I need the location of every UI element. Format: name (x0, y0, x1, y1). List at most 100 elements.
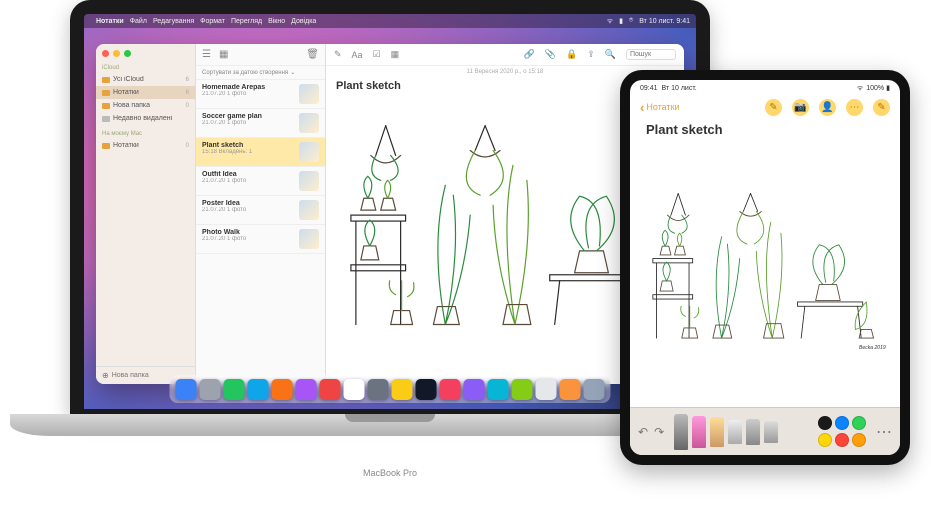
note-list-item[interactable]: Soccer game plan 21.07.20 1 фото (196, 109, 325, 138)
ipad-screen: 09:41 Вт 10 лист. ᯤ 100% ▮ Нотатки ✎ 📷 👤… (630, 80, 900, 455)
dock-app-icon[interactable] (584, 379, 605, 400)
dock-app-icon[interactable] (368, 379, 389, 400)
sidebar-folder-notes[interactable]: Нотатки 6 (96, 86, 195, 99)
wifi-icon[interactable]: ᯤ (607, 17, 613, 26)
grid-view-icon[interactable]: ▦ (219, 49, 228, 60)
more-icon[interactable]: ⋯ (846, 99, 863, 116)
lasso-tool[interactable] (746, 419, 760, 445)
sort-dropdown[interactable]: Сортувати за датою створення ⌄ (196, 66, 325, 80)
note-list-item[interactable]: Homemade Arepas 21.07.20 1 фото (196, 80, 325, 109)
ipad-status-bar: 09:41 Вт 10 лист. ᯤ 100% ▮ (630, 80, 900, 96)
dock-app-icon[interactable] (464, 379, 485, 400)
note-list-item[interactable]: Poster Idea 21.07.20 1 фото (196, 196, 325, 225)
sidebar-folder-local[interactable]: Нотатки 0 (96, 139, 195, 152)
dock-app-icon[interactable] (224, 379, 245, 400)
folder-icon (102, 90, 110, 96)
sidebar-folder-new[interactable]: Нова папка 0 (96, 99, 195, 112)
ruler-tool[interactable] (764, 421, 778, 443)
menubar-app-name[interactable]: Нотатки (96, 18, 124, 25)
color-swatch[interactable] (835, 416, 849, 430)
note-item-title: Poster Idea (202, 200, 295, 207)
attach-icon[interactable]: 📎 (545, 49, 556, 60)
minimize-window-button[interactable] (113, 50, 120, 57)
dock-app-icon[interactable] (560, 379, 581, 400)
text-style-icon[interactable]: Aa (352, 50, 363, 60)
markup-icon[interactable]: ✎ (765, 99, 782, 116)
dock-app-icon[interactable] (344, 379, 365, 400)
note-list-item[interactable]: Photo Walk 21.07.20 1 фото (196, 225, 325, 254)
sidebar-section-header: iCloud (96, 63, 195, 73)
link-icon[interactable]: 🔗 (524, 49, 535, 60)
share-people-icon[interactable]: 👤 (819, 99, 836, 116)
color-swatch[interactable] (852, 416, 866, 430)
color-swatch[interactable] (852, 433, 866, 447)
new-note-icon[interactable]: ✎ (873, 99, 890, 116)
close-window-button[interactable] (102, 50, 109, 57)
redo-icon[interactable]: ↷ (654, 425, 664, 439)
new-note-icon[interactable]: ✎ (334, 49, 342, 60)
checklist-icon[interactable]: ☑ (373, 49, 381, 60)
battery-icon[interactable]: ▮ (619, 17, 623, 25)
color-palette (818, 416, 866, 447)
menubar-item[interactable]: Вікно (268, 18, 285, 25)
color-swatch[interactable] (835, 433, 849, 447)
sidebar-folder-trash[interactable]: Недавно видалені (96, 112, 195, 125)
delete-note-icon[interactable]: 🗑 (306, 49, 319, 60)
dock-app-icon[interactable] (320, 379, 341, 400)
dock-app-icon[interactable] (248, 379, 269, 400)
ipad-note-title[interactable]: Plant sketch (630, 118, 900, 143)
dock-app-icon[interactable] (200, 379, 221, 400)
note-list-item[interactable]: Outfit Idea 21.07.20 1 фото (196, 167, 325, 196)
menubar-item[interactable]: Довідка (291, 18, 316, 25)
note-item-meta: 21.07.20 1 фото (202, 120, 295, 126)
window-traffic-lights (96, 44, 195, 63)
note-item-title: Photo Walk (202, 229, 295, 236)
menubar-item[interactable]: Файл (130, 18, 147, 25)
eraser-tool[interactable] (728, 420, 742, 444)
lock-icon[interactable]: 🔒 (566, 49, 577, 60)
menubar-item[interactable]: Формат (200, 18, 225, 25)
note-item-title: Plant sketch (202, 142, 295, 149)
menubar-item[interactable]: Редагування (153, 18, 194, 25)
folder-icon (102, 116, 110, 122)
dock-app-icon[interactable] (416, 379, 437, 400)
undo-icon[interactable]: ↶ (638, 425, 648, 439)
sketch-signature: Becka 2019 (859, 345, 886, 351)
menubar-item[interactable]: Перегляд (231, 18, 262, 25)
note-thumbnail (299, 113, 319, 133)
pen-tool[interactable] (674, 414, 688, 450)
share-icon[interactable]: ⇪ (587, 49, 595, 60)
table-icon[interactable]: ▦ (391, 49, 400, 60)
note-thumbnail (299, 229, 319, 249)
dock-app-icon[interactable] (296, 379, 317, 400)
pencil-tool[interactable] (710, 417, 724, 447)
more-tools-icon[interactable]: ⋯ (876, 422, 892, 442)
dock-app-icon[interactable] (488, 379, 509, 400)
dock-app-icon[interactable] (176, 379, 197, 400)
dock-app-icon[interactable] (392, 379, 413, 400)
color-swatch[interactable] (818, 433, 832, 447)
dock-app-icon[interactable] (536, 379, 557, 400)
dock-app-icon[interactable] (272, 379, 293, 400)
ipad-markup-toolbar: ↶ ↷ ⋯ (630, 407, 900, 455)
zoom-window-button[interactable] (124, 50, 131, 57)
note-list-item[interactable]: Plant sketch 15:18 Вкладень: 1 (196, 138, 325, 167)
battery-icon: ▮ (886, 84, 890, 92)
back-button[interactable]: Нотатки (640, 100, 680, 115)
marker-tool[interactable] (692, 416, 706, 448)
folder-icon (102, 77, 110, 83)
dock-app-icon[interactable] (440, 379, 461, 400)
folder-icon (102, 103, 110, 109)
search-icon[interactable]: 🔍 (605, 49, 616, 60)
dock-app-icon[interactable] (512, 379, 533, 400)
color-swatch[interactable] (818, 416, 832, 430)
ipad-drawing-canvas[interactable]: Becka 2019 (642, 143, 888, 403)
control-center-icon[interactable]: ⌾ (629, 17, 633, 25)
list-view-icon[interactable]: ☰ (202, 49, 211, 60)
menubar-clock[interactable]: Вт 10 лист. 9:41 (639, 18, 690, 25)
sidebar-folder-all-icloud[interactable]: Усі iCloud 6 (96, 73, 195, 86)
camera-icon[interactable]: 📷 (792, 99, 809, 116)
notes-list-column: ☰ ▦ 🗑 Сортувати за датою створення ⌄ Hom… (196, 44, 326, 384)
ipad-status-time: 09:41 (640, 85, 658, 92)
search-input[interactable] (626, 49, 676, 60)
